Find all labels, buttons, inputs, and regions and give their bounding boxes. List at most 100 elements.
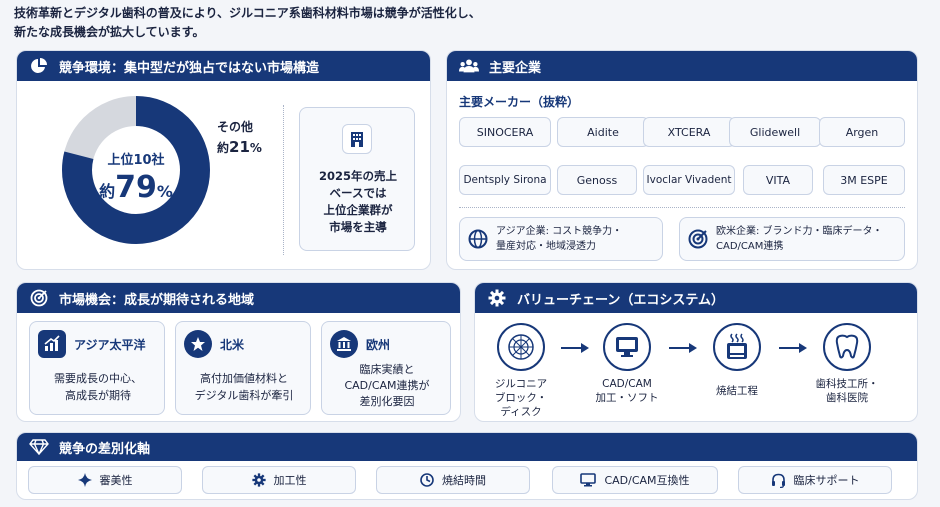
valuechain-header: バリューチェーン（エコシステム） <box>475 283 917 313</box>
region-title: 北米 <box>220 338 245 352</box>
differentiation-header: 競争の差別化軸 <box>17 433 917 461</box>
target-icon <box>688 229 708 249</box>
region-text: 需要成長の中心、 高成長が期待 <box>30 370 166 404</box>
diff-pill-clinical-support: 臨床サポート <box>738 466 892 494</box>
valuechain-panel: バリューチェーン（エコシステム） ジルコニア ブロック・ ディスク CAD/CA… <box>474 282 918 422</box>
western-companies-text: 欧米企業: ブランド力・臨床データ・ CAD/CAM連携 <box>716 224 883 254</box>
building-icon <box>342 124 372 154</box>
opportunity-header-text: 市場機会：成長が期待される地域 <box>59 292 255 308</box>
diff-pill-label: 審美性 <box>99 474 133 487</box>
competition-panel: 競争環境：集中型だが独占ではない市場構造 上位10社 約79% その他 約21%… <box>16 50 431 270</box>
maker-chip: VITA <box>743 165 813 195</box>
note-line-3: 上位企業群が <box>323 203 393 217</box>
region-line: 差別化要因 <box>359 395 415 408</box>
diff-pill-cadcam-compat: CAD/CAM互換性 <box>552 466 718 494</box>
step-line: CAD/CAM <box>602 378 652 390</box>
maker-chip: Ivoclar Vivadent <box>643 165 735 195</box>
divider <box>283 105 284 255</box>
gear-icon <box>487 288 507 308</box>
region-line: CAD/CAM連携が <box>344 379 430 392</box>
cad-cam-icon <box>603 323 651 371</box>
maker-chip: Dentsply Sirona <box>459 165 551 195</box>
diff-pill-label: 臨床サポート <box>793 474 860 487</box>
museum-icon <box>330 330 358 358</box>
flow-arrow <box>669 343 697 353</box>
other-number: 21 <box>229 138 250 156</box>
tooth-icon <box>823 323 871 371</box>
maker-chip: Argen <box>819 117 905 147</box>
other-share-label: その他 約21% <box>217 117 262 158</box>
maker-chip: Genoss <box>557 165 637 195</box>
top10-unit: % <box>156 182 173 201</box>
other-value: 約21% <box>217 137 262 158</box>
intro-line-1: 技術革新とデジタル歯科の普及により、ジルコニア系歯科材料市場は競争が活性化し、 <box>14 6 481 20</box>
western-line-1: 欧米企業: ブランド力・臨床データ・ <box>716 226 883 237</box>
companies-panel: 主要企業 主要メーカー（抜粋） SINOCERA Aidite XTCERA G… <box>446 50 918 270</box>
donut-center-label: 上位10社 約79% <box>61 149 211 205</box>
asia-line-2: 量産対応・地域浸透力 <box>496 241 596 252</box>
step-label: ジルコニア ブロック・ ディスク <box>476 377 566 419</box>
intro-line-2: 新たな成長機会が拡大しています。 <box>14 25 205 39</box>
star-icon <box>184 330 212 358</box>
step-line: ジルコニア <box>494 378 548 390</box>
diamond-icon <box>29 437 49 457</box>
maker-chip: XTCERA <box>643 117 735 147</box>
region-line: 高付加価値材料と <box>200 372 288 385</box>
maker-chip: SINOCERA <box>459 117 551 147</box>
step-line: 歯科技工所・ <box>815 378 879 390</box>
market-note-card: 2025年の売上 ベースでは 上位企業群が 市場を主導 <box>299 107 415 251</box>
region-line: 高成長が期待 <box>65 389 131 402</box>
step-line: 歯科医院 <box>826 392 868 404</box>
competition-header-text: 競争環境：集中型だが独占ではない市場構造 <box>59 60 320 76</box>
maker-chip: Glidewell <box>729 117 821 147</box>
sparkle-icon <box>77 473 92 487</box>
pie-chart-icon <box>29 56 49 76</box>
other-approx: 約 <box>217 141 230 155</box>
top10-label: 上位10社 <box>107 153 165 168</box>
sintering-furnace-icon <box>713 323 761 371</box>
opportunity-header: 市場機会：成長が期待される地域 <box>17 283 460 313</box>
diff-pill-label: CAD/CAM互換性 <box>604 474 690 487</box>
region-card-europe: 欧州 臨床実績と CAD/CAM連携が 差別化要因 <box>321 321 451 415</box>
note-line-4: 市場を主導 <box>329 220 387 234</box>
zirconia-disc-icon <box>497 323 545 371</box>
valuechain-header-text: バリューチェーン（エコシステム） <box>517 292 724 308</box>
maker-chip: 3M ESPE <box>823 165 905 195</box>
flow-arrow <box>561 343 589 353</box>
diff-pill-label: 焼結時間 <box>442 474 486 487</box>
step-line: ブロック・ <box>494 392 548 404</box>
headset-icon <box>771 473 785 488</box>
diff-pill-aesthetics: 審美性 <box>28 466 182 494</box>
step-line: ディスク <box>500 406 542 418</box>
step-label: 歯科技工所・ 歯科医院 <box>802 377 892 405</box>
region-text: 高付加価値材料と デジタル歯科が牽引 <box>176 370 312 404</box>
diff-pill-sintering-time: 焼結時間 <box>376 466 530 494</box>
region-title: アジア太平洋 <box>74 338 146 352</box>
companies-header: 主要企業 <box>447 51 917 81</box>
people-icon <box>459 56 479 76</box>
region-line: デジタル歯科が牽引 <box>194 389 294 402</box>
bar-chart-icon <box>38 330 66 358</box>
asia-companies-text: アジア企業: コスト競争力・ 量産対応・地域浸透力 <box>496 224 622 254</box>
region-title: 欧州 <box>366 338 391 352</box>
region-card-apac: アジア太平洋 需要成長の中心、 高成長が期待 <box>29 321 165 415</box>
diff-pill-label: 加工性 <box>273 474 307 487</box>
region-text: 臨床実績と CAD/CAM連携が 差別化要因 <box>322 362 452 410</box>
other-unit: % <box>249 141 262 155</box>
other-label: その他 <box>217 120 254 134</box>
opportunity-panel: 市場機会：成長が期待される地域 アジア太平洋 需要成長の中心、 高成長が期待 北… <box>16 282 461 422</box>
competition-header: 競争環境：集中型だが独占ではない市場構造 <box>17 51 430 81</box>
note-line-1: 2025年の売上 <box>318 169 397 183</box>
step-label: 焼結工程 <box>692 384 782 398</box>
globe-icon <box>468 229 488 249</box>
step-line: 焼結工程 <box>716 385 758 397</box>
makers-divider <box>459 207 905 208</box>
monitor-icon <box>580 473 597 487</box>
gear-icon <box>251 473 266 487</box>
diff-pill-machinability: 加工性 <box>202 466 356 494</box>
western-companies-card: 欧米企業: ブランド力・臨床データ・ CAD/CAM連携 <box>679 217 905 261</box>
clock-icon <box>420 473 434 487</box>
top10-value: 約79% <box>61 170 211 205</box>
region-card-north-america: 北米 高付加価値材料と デジタル歯科が牽引 <box>175 321 311 415</box>
region-line: 臨床実績と <box>359 363 415 376</box>
